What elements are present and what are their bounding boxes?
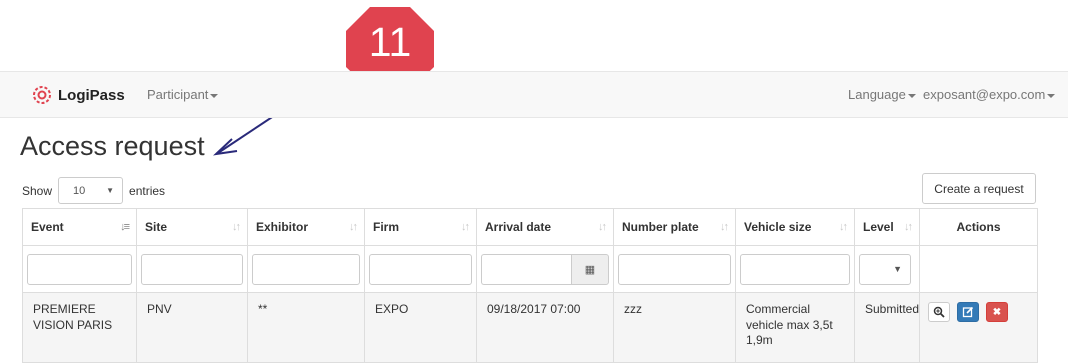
col-header-event[interactable]: Event ↓≡ bbox=[22, 208, 137, 246]
cell-level: Submitted bbox=[854, 292, 920, 363]
view-button[interactable] bbox=[928, 302, 950, 322]
page-size-value: 10 bbox=[73, 184, 86, 197]
firm-filter-input[interactable] bbox=[369, 253, 472, 285]
cell-event: PREMIERE VISION PARIS bbox=[22, 292, 137, 363]
col-label: Exhibitor bbox=[256, 220, 309, 234]
level-filter-select[interactable]: ▼ bbox=[859, 253, 911, 285]
dropdown-arrow-icon: ▼ bbox=[106, 186, 115, 195]
col-label: Firm bbox=[373, 220, 400, 234]
arrival-date-filter: ▦ bbox=[481, 253, 609, 285]
vehicle-size-filter-input[interactable] bbox=[740, 253, 850, 285]
create-request-button[interactable]: Create a request bbox=[922, 173, 1036, 204]
col-label: Number plate bbox=[622, 220, 699, 234]
page-size-select[interactable]: 10 ▼ bbox=[58, 177, 124, 204]
col-header-vehicle-size[interactable]: Vehicle size ↓↑ bbox=[735, 208, 855, 246]
access-request-table: Event ↓≡ Site ↓↑ Exhibitor ↓↑ Firm ↓↑ Arriva… bbox=[22, 208, 1038, 363]
col-label: Event bbox=[31, 220, 64, 234]
col-header-actions: Actions bbox=[919, 208, 1038, 246]
site-filter-input[interactable] bbox=[141, 253, 243, 285]
chevron-down-icon bbox=[210, 93, 219, 98]
language-menu-label: Language bbox=[848, 87, 906, 102]
show-label: Show bbox=[22, 183, 53, 198]
participant-menu-label: Participant bbox=[147, 87, 209, 102]
step-number: 11 bbox=[368, 19, 412, 65]
actions-filter-empty bbox=[919, 245, 1038, 293]
col-header-site[interactable]: Site ↓↑ bbox=[136, 208, 248, 246]
col-label: Level bbox=[863, 220, 894, 234]
sort-icon: ↓↑ bbox=[461, 221, 470, 233]
sort-asc-icon: ↓≡ bbox=[120, 221, 130, 233]
col-label: Arrival date bbox=[485, 220, 552, 234]
chevron-down-icon bbox=[907, 93, 916, 98]
edit-button[interactable] bbox=[957, 302, 979, 322]
row-actions: ✖ bbox=[928, 302, 1029, 322]
dropdown-arrow-icon: ▼ bbox=[893, 264, 902, 274]
col-header-exhibitor[interactable]: Exhibitor ↓↑ bbox=[247, 208, 365, 246]
delete-icon: ✖ bbox=[992, 306, 1002, 318]
col-header-firm[interactable]: Firm ↓↑ bbox=[364, 208, 477, 246]
col-label: Site bbox=[145, 220, 168, 234]
sort-icon: ↓↑ bbox=[232, 221, 241, 233]
cell-exhibitor: ** bbox=[247, 292, 365, 363]
col-header-arrival-date[interactable]: Arrival date ↓↑ bbox=[476, 208, 614, 246]
sort-icon: ↓↑ bbox=[720, 221, 729, 233]
exhibitor-filter-input[interactable] bbox=[252, 253, 360, 285]
zoom-in-icon bbox=[933, 306, 945, 318]
cell-actions: ✖ bbox=[919, 292, 1038, 363]
brand[interactable]: LogiPass bbox=[30, 84, 125, 106]
user-menu[interactable]: exposant@expo.com bbox=[923, 87, 1056, 102]
arrow-to-title-head bbox=[213, 138, 238, 156]
brand-name: LogiPass bbox=[58, 86, 125, 104]
page-size-control: Show 10 ▼ entries bbox=[22, 177, 165, 204]
cell-arrival-date: 09/18/2017 07:00 bbox=[476, 292, 614, 363]
sort-icon: ↓↑ bbox=[598, 221, 607, 233]
page-title: Access request bbox=[20, 131, 205, 161]
calendar-icon[interactable]: ▦ bbox=[571, 253, 609, 285]
col-header-level[interactable]: Level ↓↑ bbox=[854, 208, 920, 246]
participant-menu[interactable]: Participant bbox=[147, 87, 219, 102]
sort-icon: ↓↑ bbox=[349, 221, 358, 233]
delete-button[interactable]: ✖ bbox=[986, 302, 1008, 322]
edit-icon bbox=[962, 306, 974, 318]
arrival-date-filter-input[interactable] bbox=[481, 253, 571, 285]
user-menu-label: exposant@expo.com bbox=[923, 87, 1046, 102]
sort-icon: ↓↑ bbox=[839, 221, 848, 233]
chevron-down-icon bbox=[1047, 93, 1056, 98]
language-menu[interactable]: Language bbox=[848, 87, 916, 102]
table-row: PREMIERE VISION PARIS PNV ** EXPO 09/18/… bbox=[22, 292, 1038, 363]
filter-row: ▦ ▼ bbox=[22, 245, 1038, 293]
number-plate-filter-input[interactable] bbox=[618, 253, 731, 285]
cell-firm: EXPO bbox=[364, 292, 477, 363]
top-navbar: LogiPass Participant Language exposant@e… bbox=[0, 71, 1068, 118]
cell-site: PNV bbox=[136, 292, 248, 363]
col-label: Actions bbox=[956, 220, 1001, 234]
header-row: Event ↓≡ Site ↓↑ Exhibitor ↓↑ Firm ↓↑ Arriva… bbox=[22, 208, 1038, 246]
col-header-number-plate[interactable]: Number plate ↓↑ bbox=[613, 208, 736, 246]
entries-label: entries bbox=[129, 183, 166, 198]
col-label: Vehicle size bbox=[744, 220, 812, 234]
cell-number-plate: zzz bbox=[613, 292, 736, 363]
logipass-logo-icon bbox=[33, 86, 51, 104]
cell-vehicle-size: Commercial vehicle max 3,5t 1,9m bbox=[735, 292, 855, 363]
event-filter-input[interactable] bbox=[27, 253, 132, 285]
sort-icon: ↓↑ bbox=[904, 221, 913, 233]
